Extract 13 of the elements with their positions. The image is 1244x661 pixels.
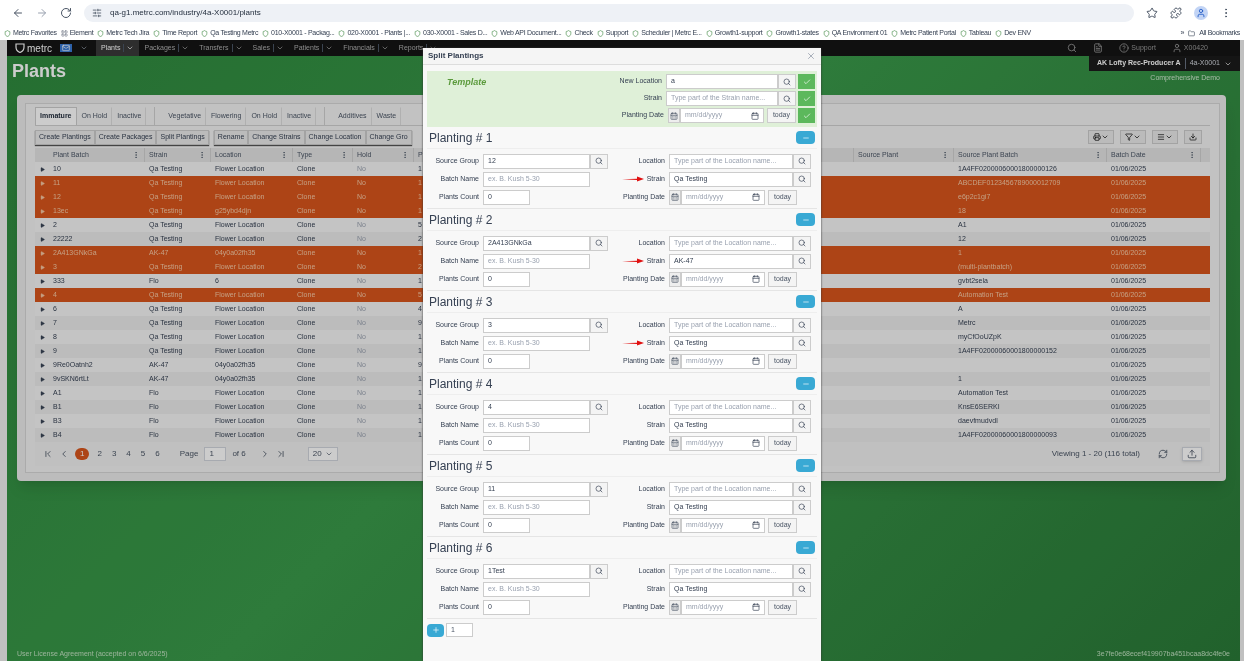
template-label: Template	[447, 76, 487, 89]
planting-title: Planting # 5	[429, 457, 493, 475]
planting-title: Planting # 3	[429, 293, 493, 311]
dialog-title: Split Plantings	[428, 50, 484, 62]
viewing-count: Viewing 1 - 20 (116 total)	[1051, 448, 1140, 460]
page-title: Plants	[12, 60, 67, 83]
planting-title: Planting # 1	[429, 129, 493, 147]
page-count: of 6	[232, 448, 246, 460]
url-text: qa-g1.metrc.com/industry/4a-X0001/plants	[110, 7, 261, 19]
planting-title: Planting # 2	[429, 211, 493, 229]
planting-title: Planting # 6	[429, 539, 493, 557]
planting-title: Planting # 4	[429, 375, 493, 393]
page-label: Page	[179, 448, 199, 460]
